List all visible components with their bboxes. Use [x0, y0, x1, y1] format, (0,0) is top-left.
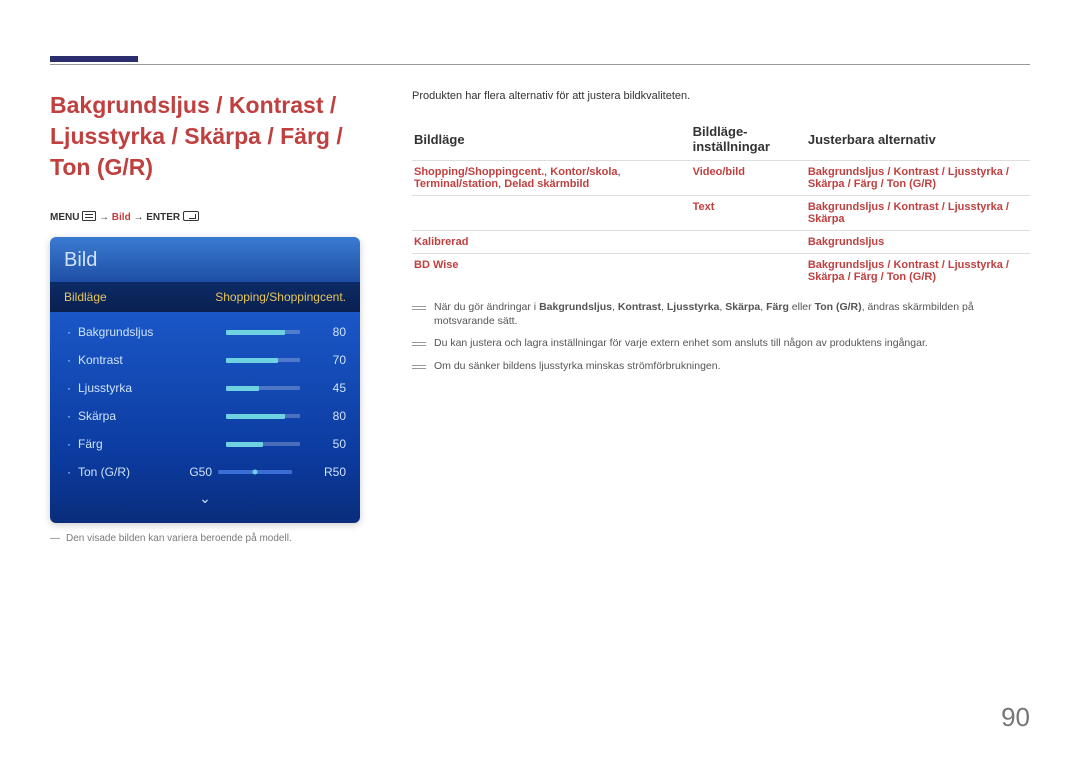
intro-text: Produkten har flera alternativ för att j…	[412, 90, 1030, 102]
adj: Ljusstyrka	[948, 201, 1003, 213]
adj: Bakgrundsljus	[808, 166, 884, 178]
slider	[226, 330, 300, 334]
adj: Skärpa	[808, 213, 845, 225]
mode-name: Kontor/skola	[550, 166, 617, 178]
selected-label: Bildläge	[64, 290, 107, 304]
adj: Bakgrundsljus	[808, 201, 884, 213]
table-row: Kalibrerad Bakgrundsljus	[412, 231, 1030, 254]
slider	[226, 442, 300, 446]
row-value: 45	[318, 381, 346, 395]
adj: Färg	[854, 271, 878, 283]
adj: Skärpa	[808, 271, 845, 283]
adj: Bakgrundsljus	[808, 259, 884, 271]
row-label: Ljusstyrka	[78, 381, 226, 395]
section-title: Bakgrundsljus / Kontrast / Ljusstyrka / …	[50, 90, 380, 183]
adj: Skärpa	[808, 178, 845, 190]
tv-row: ·Bakgrundsljus80	[50, 318, 360, 346]
note-item: När du gör ändringar i Bakgrundsljus, Ko…	[412, 300, 1030, 328]
adj: Bakgrundsljus	[808, 236, 884, 248]
tv-selected-row: Bildläge Shopping/Shoppingcent.	[50, 282, 360, 312]
col-header: Bildläge	[412, 120, 691, 161]
row-label: Kontrast	[78, 353, 226, 367]
mode-name: Shopping/Shoppingcent.	[414, 166, 544, 178]
selected-value: Shopping/Shoppingcent.	[215, 290, 346, 304]
accent-bar	[50, 56, 138, 62]
top-rule	[50, 64, 1030, 65]
slider	[226, 358, 300, 362]
mode-name: Delad skärmbild	[504, 178, 589, 190]
enter-icon	[183, 211, 199, 221]
row-label: Bakgrundsljus	[78, 325, 226, 339]
row-value: 50	[318, 437, 346, 451]
table-row: Shopping/Shoppingcent., Kontor/skola, Te…	[412, 161, 1030, 196]
tint-r: R50	[310, 465, 346, 479]
tv-row-tint: ·Ton (G/R)G50R50	[50, 458, 360, 486]
note-item: Om du sänker bildens ljusstyrka minskas …	[412, 359, 1030, 373]
note-text: Om du sänker bildens ljusstyrka minskas …	[434, 359, 721, 373]
mode-name: Kalibrerad	[414, 236, 468, 248]
dash-icon	[412, 365, 426, 366]
left-footnote: ―Den visade bilden kan variera beroende …	[50, 533, 380, 544]
row-label: Färg	[78, 437, 226, 451]
row-label: Ton (G/R)	[78, 465, 172, 479]
mode-name: BD Wise	[414, 259, 459, 271]
row-value: 80	[318, 409, 346, 423]
tv-menu-title: Bild	[50, 237, 360, 282]
row-label: Skärpa	[78, 409, 226, 423]
menu-path: MENU → Bild → ENTER	[50, 211, 380, 223]
tv-row: ·Ljusstyrka45	[50, 374, 360, 402]
menu-label: MENU	[50, 212, 79, 223]
adj: Kontrast	[893, 166, 938, 178]
slider	[226, 386, 300, 390]
adj: Kontrast	[893, 259, 938, 271]
enter-label: ENTER	[146, 212, 180, 223]
row-value: 70	[318, 353, 346, 367]
tv-row: ·Kontrast70	[50, 346, 360, 374]
table-row: Text Bakgrundsljus / Kontrast / Ljusstyr…	[412, 196, 1030, 231]
setting-name: Video/bild	[693, 166, 745, 178]
arrow: →	[99, 212, 109, 223]
tv-row: ·Färg50	[50, 430, 360, 458]
adj: Ljusstyrka	[948, 166, 1003, 178]
tint-g: G50	[172, 465, 212, 479]
setting-name: Text	[693, 201, 715, 213]
tv-row: ·Skärpa80	[50, 402, 360, 430]
arrow: →	[133, 212, 143, 223]
chevron-down-icon: ⌄	[50, 486, 360, 517]
adj: Ton (G/R)	[887, 178, 936, 190]
footnote-text: Den visade bilden kan variera beroende p…	[66, 533, 292, 544]
dash-icon	[412, 306, 426, 307]
note-text: Du kan justera och lagra inställningar f…	[434, 336, 928, 350]
col-header: Bildläge-inställningar	[691, 120, 806, 161]
tv-menu-mockup: Bild Bildläge Shopping/Shoppingcent. ·Ba…	[50, 237, 360, 523]
adj: Ljusstyrka	[948, 259, 1003, 271]
notes-block: När du gör ändringar i Bakgrundsljus, Ko…	[412, 300, 1030, 373]
dash-icon	[412, 342, 426, 343]
note-text: När du gör ändringar i Bakgrundsljus, Ko…	[434, 300, 1030, 328]
adj: Färg	[854, 178, 878, 190]
tint-slider	[218, 470, 292, 474]
page-number: 90	[1001, 702, 1030, 733]
mode-name: Terminal/station	[414, 178, 498, 190]
slider	[226, 414, 300, 418]
adj: Ton (G/R)	[887, 271, 936, 283]
note-item: Du kan justera och lagra inställningar f…	[412, 336, 1030, 350]
modes-table: Bildläge Bildläge-inställningar Justerba…	[412, 120, 1030, 288]
adj: Kontrast	[893, 201, 938, 213]
row-value: 80	[318, 325, 346, 339]
menu-icon	[82, 211, 96, 221]
table-row: BD Wise Bakgrundsljus / Kontrast / Ljuss…	[412, 254, 1030, 289]
col-header: Justerbara alternativ	[806, 120, 1030, 161]
bild-label: Bild	[112, 212, 131, 223]
